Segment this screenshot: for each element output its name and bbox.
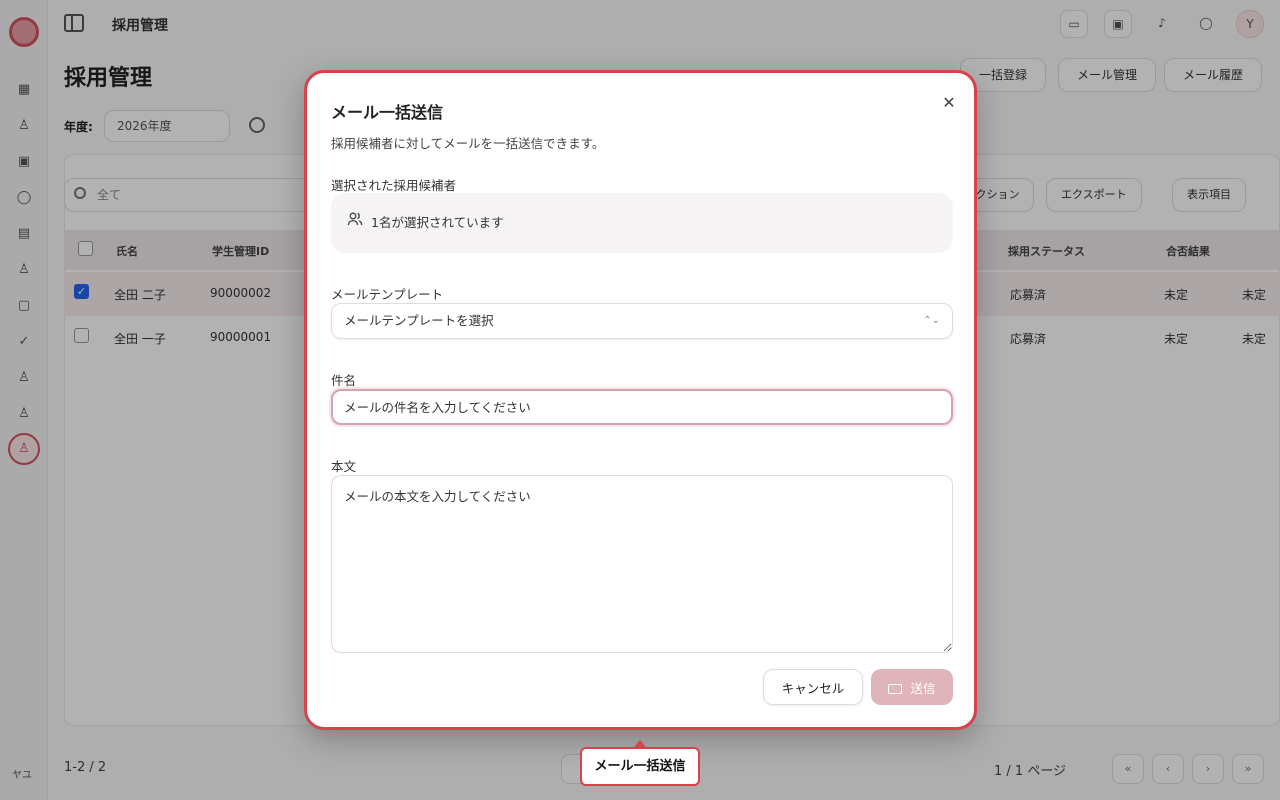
tooltip: メール一括送信 — [580, 747, 700, 786]
send-button[interactable]: 送信 — [871, 669, 953, 705]
subject-label: 件名 — [331, 373, 357, 388]
dialog-title: メール一括送信 — [331, 103, 444, 122]
mail-icon — [888, 683, 903, 694]
tooltip-arrow — [634, 740, 646, 747]
selected-candidates-label: 選択された採用候補者 — [331, 178, 457, 193]
template-select-value: メールテンプレートを選択 — [344, 313, 494, 328]
subject-input[interactable] — [331, 389, 953, 425]
template-select[interactable]: メールテンプレートを選択 ⌃⌄ — [331, 303, 953, 339]
cancel-button[interactable]: キャンセル — [763, 669, 863, 705]
selected-candidates-box: 1名が選択されています — [331, 193, 953, 253]
body-textarea[interactable] — [331, 475, 953, 653]
send-button-label: 送信 — [910, 680, 936, 696]
close-icon[interactable]: ✕ — [939, 93, 959, 113]
chevron-up-down-icon: ⌃⌄ — [923, 315, 940, 326]
bulk-mail-dialog: メール一括送信 採用候補者に対してメールを一括送信できます。 ✕ 選択された採用… — [304, 70, 977, 730]
selected-count-text: 1名が選択されています — [371, 215, 504, 230]
dialog-description: 採用候補者に対してメールを一括送信できます。 — [331, 136, 605, 151]
users-icon — [347, 212, 363, 226]
body-label: 本文 — [331, 459, 357, 474]
template-label: メールテンプレート — [331, 287, 444, 302]
